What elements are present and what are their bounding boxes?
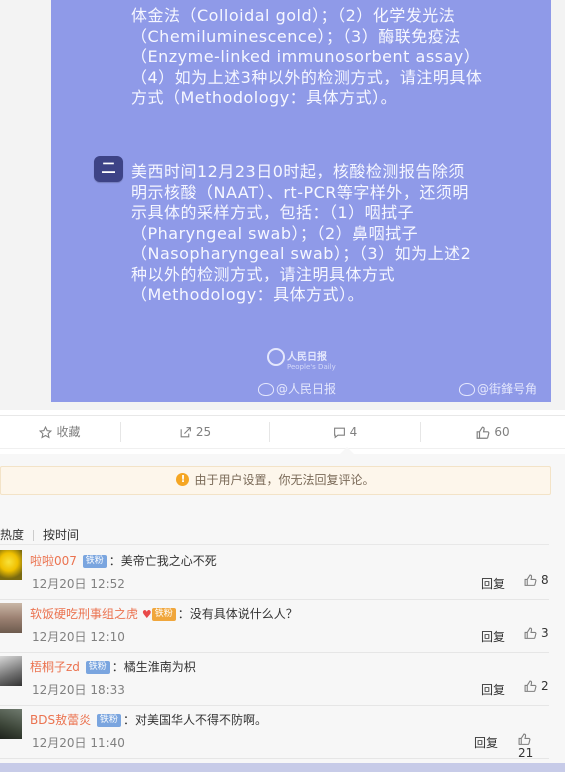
- fan-badge: 铁粉: [85, 661, 110, 674]
- reply-button[interactable]: 回复: [481, 628, 505, 645]
- comment-item: 啦啦007 铁粉 ：美帝亡我之心不死 12月20日 12:52 回复 8: [0, 546, 549, 600]
- sort-by-time[interactable]: 按时间: [43, 528, 79, 542]
- post-action-bar: 收藏 25 4 60: [0, 415, 565, 449]
- comment-text: ：橘生淮南为枳: [111, 660, 196, 674]
- image-paragraph-1: 体金法（Colloidal gold）；（2）化学发光法（Chemilumine…: [131, 6, 483, 107]
- favorite-label: 收藏: [56, 425, 81, 439]
- image-paragraph-2: 美西时间12月23日0时起，核酸检测报告除须明示核酸（NAAT）、rt-PCR等…: [131, 162, 472, 304]
- thumbs-up-icon: [518, 733, 531, 745]
- username-link[interactable]: 软饭硬吃刑事组之虎: [30, 607, 138, 621]
- reply-button[interactable]: 回复: [474, 734, 498, 751]
- avatar[interactable]: [0, 603, 22, 633]
- comment-header: 梧桐子zd 铁粉 ：橘生淮南为枳: [30, 658, 196, 675]
- like-button[interactable]: 60: [421, 416, 565, 448]
- comment-like-button[interactable]: 2: [524, 679, 549, 693]
- comment-text: ：对美国华人不得不防啊。: [122, 713, 267, 727]
- comment-like-button[interactable]: 21: [518, 732, 549, 760]
- fan-badge: 铁粉: [82, 555, 107, 568]
- username-link[interactable]: 梧桐子zd: [30, 660, 80, 674]
- notice-text: 由于用户设置，你无法回复评论。: [194, 473, 375, 487]
- thumbs-up-icon: [524, 627, 537, 639]
- repost-button[interactable]: 25: [121, 416, 269, 448]
- comment-timestamp: 12月20日 11:40: [32, 736, 125, 750]
- comment-timestamp: 12月20日 12:52: [32, 577, 125, 591]
- comment-text: ：没有具体说什么人？: [177, 607, 298, 621]
- sort-by-hot[interactable]: 按热度: [0, 526, 24, 543]
- comment-like-count: 21: [518, 746, 534, 760]
- number-badge-icon: 二: [94, 156, 123, 182]
- logo-ring-icon: [267, 348, 285, 366]
- comment-item: BDS敖蕾炎 铁粉 ：对美国华人不得不防啊。 12月20日 11:40 回复 21: [0, 705, 549, 760]
- thumbs-up-icon: [476, 426, 490, 439]
- comment-section: !由于用户设置，你无法回复评论。 按热度按时间 啦啦007 铁粉：美帝亡我之心不…: [0, 454, 565, 772]
- comment-like-button[interactable]: 3: [524, 626, 549, 640]
- comment-header: 软饭硬吃刑事组之虎 ♥ 铁粉 ：没有具体说什么人？: [30, 605, 298, 622]
- post-media-area: 体金法（Colloidal gold）；（2）化学发光法（Chemilumine…: [0, 0, 565, 410]
- reply-button[interactable]: 回复: [481, 575, 505, 592]
- avatar[interactable]: [0, 656, 22, 686]
- logo-subtext: People's Daily: [287, 363, 336, 371]
- fan-badge: 铁粉: [96, 714, 121, 727]
- star-icon: [39, 425, 53, 439]
- username-link[interactable]: BDS敖蕾炎: [30, 713, 91, 727]
- comment-item: 梧桐子zd 铁粉 ：橘生淮南为枳 12月20日 18:33 回复 2: [0, 652, 549, 706]
- like-count: 60: [494, 425, 510, 439]
- weibo-icon: [258, 383, 274, 396]
- favorite-button[interactable]: 收藏: [0, 416, 120, 448]
- comment-icon: [333, 427, 345, 439]
- divider: [33, 530, 35, 541]
- warning-icon: !: [176, 473, 190, 486]
- heart-icon: ♥: [141, 608, 152, 621]
- divider: [0, 544, 549, 545]
- comment-like-button[interactable]: 8: [524, 573, 549, 587]
- username-link[interactable]: 啦啦007: [30, 554, 77, 568]
- comment-count: 4: [349, 425, 358, 439]
- comment-item: 软饭硬吃刑事组之虎 ♥ 铁粉 ：没有具体说什么人？ 12月20日 12:10 回复 …: [0, 599, 549, 653]
- comment-like-count: 3: [541, 626, 549, 640]
- weibo-icon: [459, 383, 475, 396]
- watermark-1: @人民日报: [258, 380, 336, 397]
- fan-badge: 铁粉: [151, 608, 176, 621]
- reply-button[interactable]: 回复: [481, 681, 505, 698]
- avatar[interactable]: [0, 550, 22, 580]
- watermark-1-text: @人民日报: [276, 382, 337, 396]
- reply-restricted-notice: ! 由于用户设置，你无法回复评论。: [0, 466, 551, 495]
- comment-caret: [340, 447, 354, 454]
- peoples-daily-logo: 人民日报 People's Daily: [267, 348, 336, 371]
- sort-options: 按热度 按时间: [0, 526, 79, 543]
- thumbs-up-icon: [524, 680, 537, 692]
- comment-button[interactable]: 4: [270, 416, 420, 448]
- thumbs-up-icon: [524, 574, 537, 586]
- comment-timestamp: 12月20日 12:10: [32, 630, 125, 644]
- comment-timestamp: 12月20日 18:33: [32, 683, 125, 697]
- avatar[interactable]: [0, 709, 22, 739]
- comment-text: ：美帝亡我之心不死: [108, 554, 217, 568]
- comment-header: 啦啦007 铁粉 ：美帝亡我之心不死: [30, 552, 217, 569]
- watermark-2-text: @街鋒号角: [477, 382, 538, 396]
- comment-like-count: 8: [541, 573, 549, 587]
- comment-header: BDS敖蕾炎 铁粉 ：对美国华人不得不防啊。: [30, 711, 267, 728]
- post-image[interactable]: 体金法（Colloidal gold）；（2）化学发光法（Chemilumine…: [51, 0, 551, 402]
- logo-text: 人民日报: [287, 352, 327, 363]
- comment-like-count: 2: [541, 679, 549, 693]
- repost-count: 25: [195, 425, 212, 439]
- watermark-2: @街鋒号角: [459, 380, 537, 397]
- bottom-strip: [0, 763, 565, 772]
- repost-icon: [180, 427, 191, 438]
